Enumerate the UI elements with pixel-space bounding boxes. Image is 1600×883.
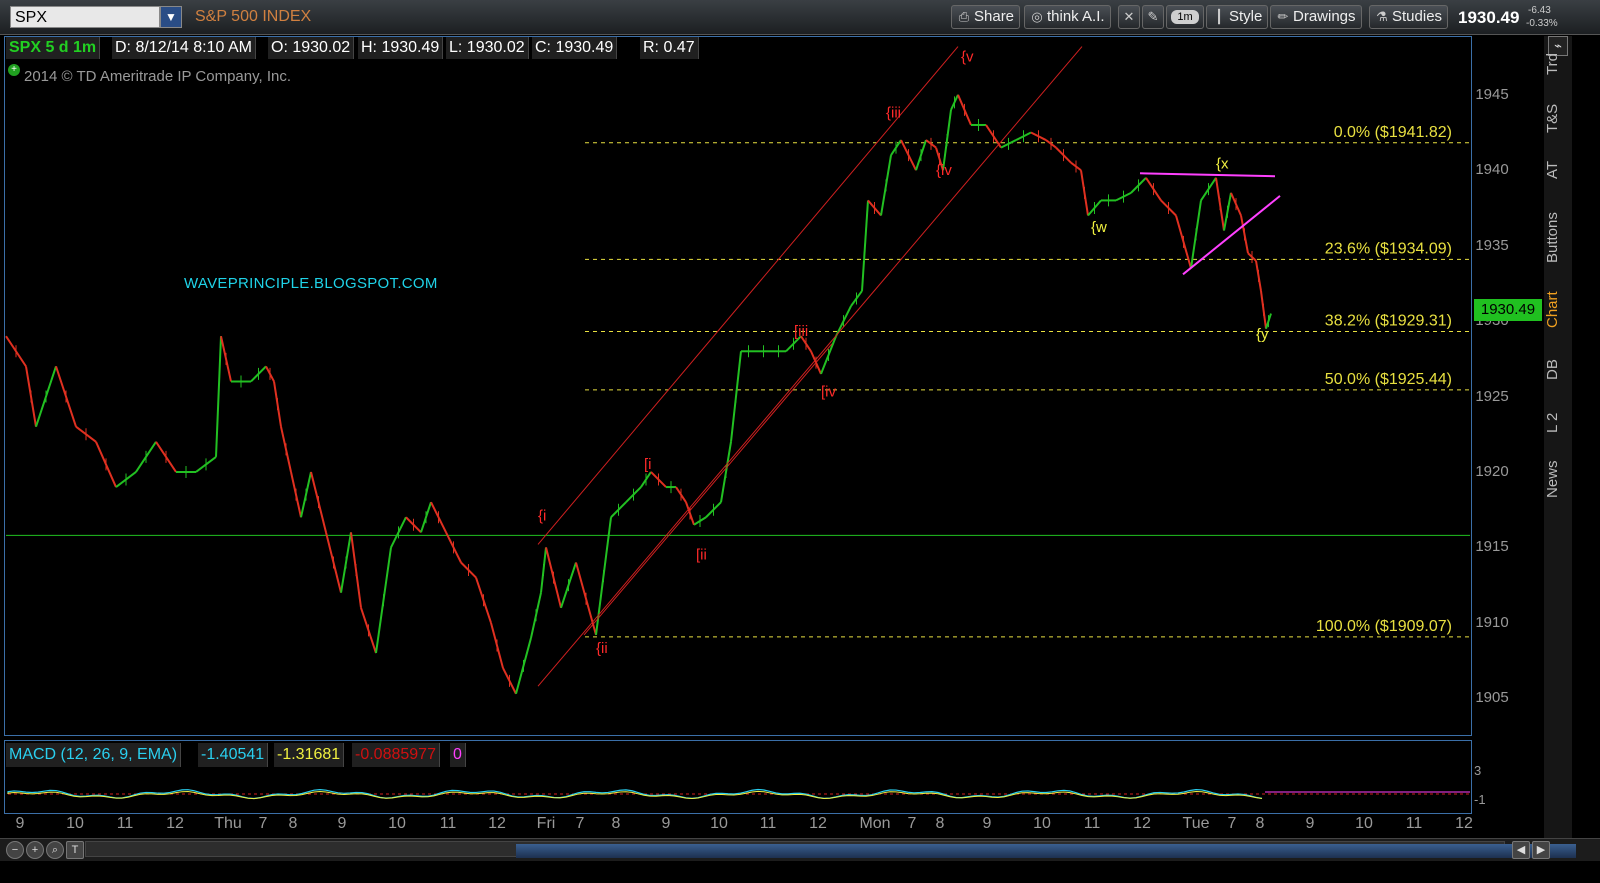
macd-diff: -0.0885977: [352, 743, 440, 767]
info-high: H: 1930.49: [358, 37, 444, 59]
wave-label: {i: [538, 507, 546, 524]
macd-axis-bottom: -1: [1474, 792, 1486, 807]
wave-label: {x: [1216, 156, 1229, 173]
time-tick-label: 10: [1355, 815, 1373, 832]
wave-label: {w: [1091, 219, 1107, 236]
price-tick-label: 1910: [1475, 613, 1509, 631]
wave-label: [ii: [696, 546, 707, 563]
time-tick-label: 7: [1227, 815, 1237, 832]
info-open: O: 1930.02: [268, 37, 355, 59]
time-tick-label: 8: [288, 815, 298, 832]
wave-label: {iv: [936, 162, 952, 179]
info-date: D: 8/12/14 8:10 AM: [112, 37, 256, 59]
wave-label: [iii: [794, 323, 808, 340]
time-tick-label: 8: [935, 815, 945, 832]
time-tick-label: 10: [1033, 815, 1051, 832]
wave-label: {v: [961, 49, 974, 66]
price-tick-label: 1915: [1475, 538, 1509, 556]
side-tab-l2[interactable]: L 2: [1544, 406, 1572, 440]
time-axis[interactable]: 9 10 11 12 Thu 7 8 9 10 11 12 Fri 7 8 9 10 11 12 Mon 7 8 9 10 1…: [0, 815, 1473, 837]
scroll-thumb[interactable]: [516, 844, 1576, 858]
macd-value: -1.40541: [198, 743, 269, 767]
time-tick-label: 12: [809, 815, 827, 832]
time-tick-label: 11: [759, 815, 777, 832]
info-close: C: 1930.49: [532, 37, 618, 59]
wave-label: [i: [644, 456, 652, 473]
time-tick-label: 9: [1305, 815, 1315, 832]
time-tick-label: 10: [66, 815, 84, 832]
time-tick-label: 12: [166, 815, 184, 832]
fib-level-label: 100.0% ($1909.07): [1316, 618, 1452, 635]
wave-label: {ii: [596, 640, 608, 657]
time-tick-label: 7: [907, 815, 917, 832]
time-tick-label: 12: [1455, 815, 1473, 832]
fib-level-label: 50.0% ($1925.44): [1325, 371, 1452, 388]
info-range: R: 0.47: [640, 37, 699, 59]
zoom-in-icon[interactable]: +: [26, 841, 44, 859]
time-tick-label: Tue: [1182, 815, 1210, 832]
scroll-right-icon[interactable]: ▶: [1532, 841, 1550, 859]
time-scrollbar[interactable]: [85, 841, 1576, 858]
time-tick-label: 9: [661, 815, 671, 832]
time-tick-label: Fri: [536, 815, 556, 832]
time-tick-label: 9: [15, 815, 25, 832]
fib-level-label: 38.2% ($1929.31): [1325, 313, 1452, 330]
side-tab-buttons[interactable]: Buttons: [1544, 202, 1572, 274]
time-tick-label: Mon: [859, 815, 891, 832]
scroll-left-icon[interactable]: ◀: [1512, 841, 1530, 859]
time-tick-label: 8: [611, 815, 621, 832]
macd-axis-top: 3: [1474, 763, 1482, 778]
time-tick-label: 9: [337, 815, 347, 832]
side-tab-trd[interactable]: Trd: [1544, 44, 1572, 84]
wave-label: {y: [1256, 326, 1269, 343]
expand-icon[interactable]: +: [8, 64, 20, 76]
time-tick-label: 9: [982, 815, 992, 832]
triangle-top-line: [1139, 172, 1276, 178]
wave-label: [iv: [821, 384, 837, 401]
time-tick-label: 7: [575, 815, 585, 832]
time-tick-label: 8: [1255, 815, 1265, 832]
time-tick-label: 12: [488, 815, 506, 832]
side-tab-db[interactable]: DB: [1544, 354, 1572, 386]
triangle-bottom-line: [1182, 195, 1281, 276]
price-tick-label: 1925: [1475, 387, 1509, 405]
price-axis[interactable]: 190519101915192019251930193519401945: [1472, 36, 1540, 736]
price-tick-label: 1940: [1475, 161, 1509, 179]
price-tick-label: 1920: [1475, 462, 1509, 480]
channel-base-line: [583, 343, 833, 636]
time-tick-label: 11: [116, 815, 134, 832]
time-tick-label: 10: [388, 815, 406, 832]
magnifier-icon[interactable]: ⌕: [46, 841, 64, 859]
wave-label: {iii: [886, 104, 901, 121]
macd-avg: -1.31681: [274, 743, 345, 767]
last-price-tag: 1930.49: [1474, 299, 1542, 321]
side-tab-at[interactable]: AT: [1544, 154, 1572, 186]
side-tab-tns[interactable]: T&S: [1544, 96, 1572, 140]
time-tick-label: 10: [710, 815, 728, 832]
macd-label[interactable]: MACD (12, 26, 9, EMA): [6, 743, 182, 767]
time-tick-label: 11: [1405, 815, 1423, 832]
fib-level-label: 0.0% ($1941.82): [1334, 124, 1452, 141]
time-tick-label: 7: [258, 815, 268, 832]
side-tab-news[interactable]: News: [1544, 454, 1572, 504]
side-tab-bar: ⌁ Trd T&S AT Buttons Chart DB L 2 News: [1544, 36, 1572, 856]
chart-title[interactable]: SPX 5 d 1m: [6, 37, 101, 59]
watermark-text: WAVEPRINCIPLE.BLOGSPOT.COM: [184, 275, 438, 292]
price-tick-label: 1935: [1475, 236, 1509, 254]
macd-zero: 0: [450, 743, 466, 767]
price-tick-label: 1945: [1475, 85, 1509, 103]
text-tool-icon[interactable]: T: [66, 841, 84, 859]
side-tab-chart[interactable]: Chart: [1544, 286, 1572, 334]
bottom-bar: − + ⌕ T ◀ ▶: [0, 838, 1600, 861]
time-tick-label: 12: [1133, 815, 1151, 832]
time-tick-label: 11: [1083, 815, 1101, 832]
fib-level-label: 23.6% ($1934.09): [1325, 240, 1452, 257]
time-tick-label: 11: [439, 815, 457, 832]
copyright-notice: 2014 © TD Ameritrade IP Company, Inc.: [24, 68, 292, 85]
zoom-out-icon[interactable]: −: [6, 841, 24, 859]
info-low: L: 1930.02: [446, 37, 529, 59]
time-tick-label: Thu: [214, 815, 242, 832]
price-tick-label: 1905: [1475, 689, 1509, 707]
